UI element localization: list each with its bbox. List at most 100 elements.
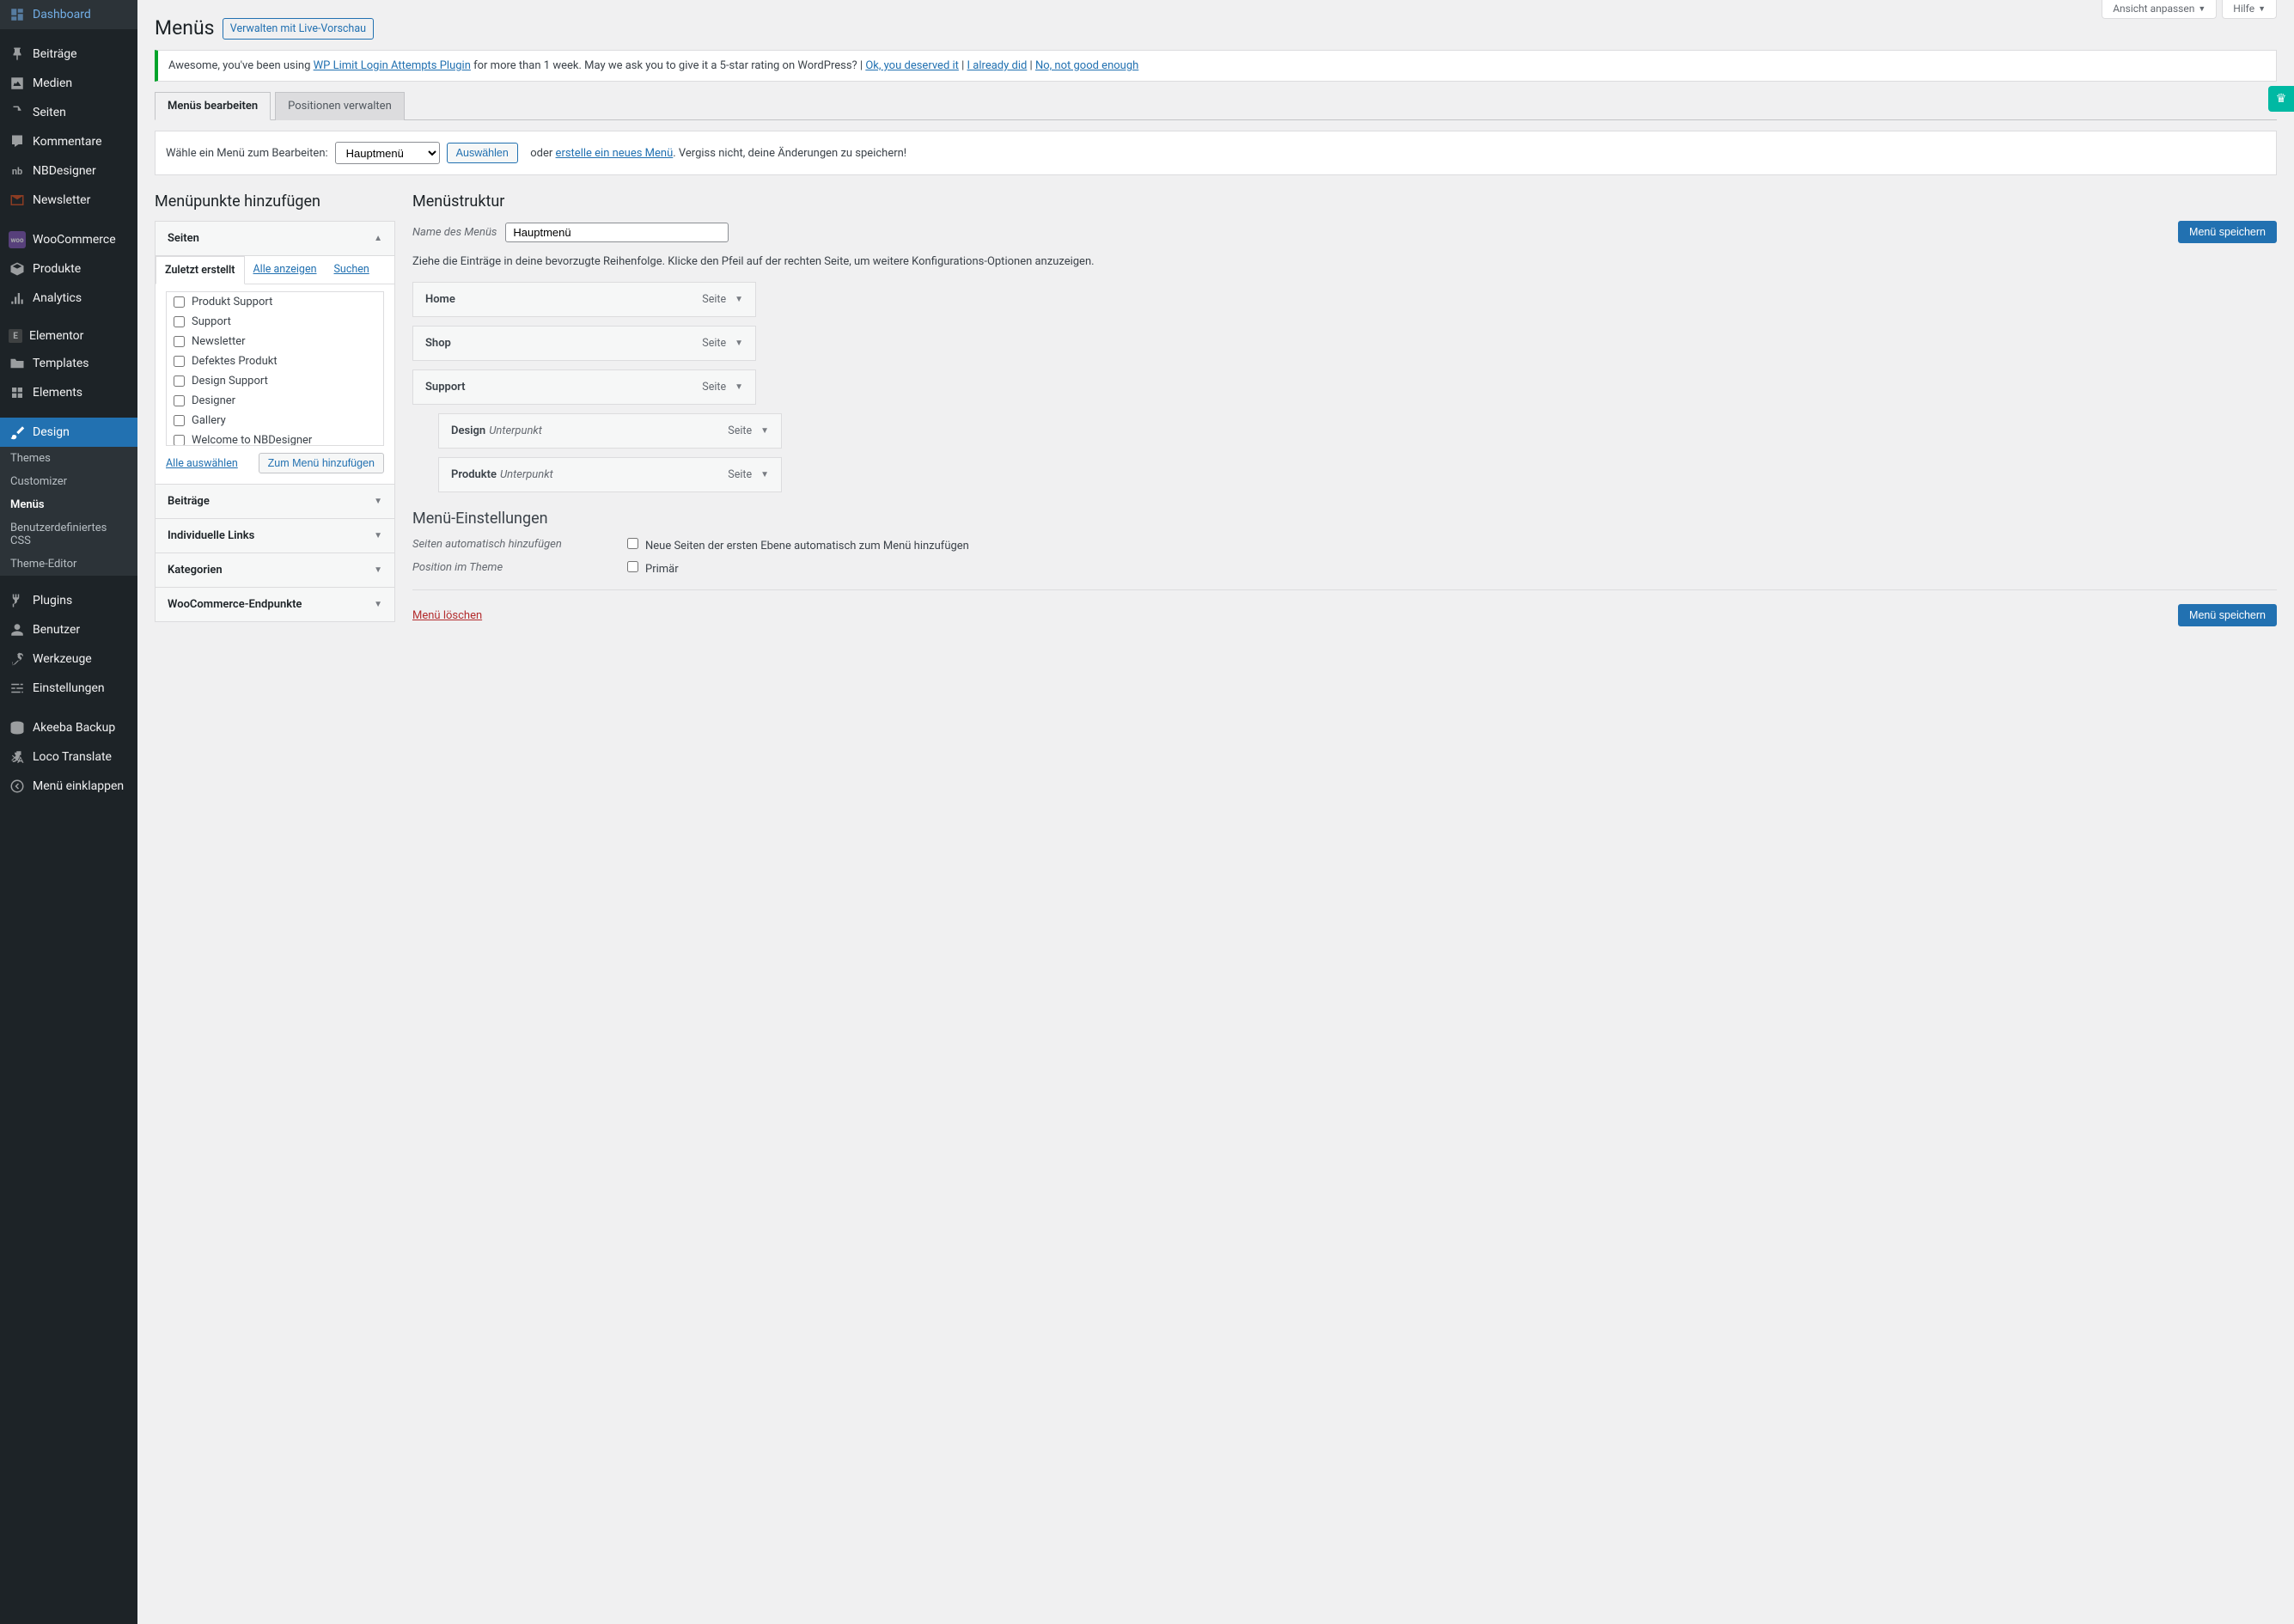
acc-title: Seiten <box>168 232 199 245</box>
auto-add-checkbox[interactable] <box>627 538 638 549</box>
tab-manage-locations[interactable]: Positionen verwalten <box>275 92 405 120</box>
screen-options-button[interactable]: Ansicht anpassen▼ <box>2102 0 2217 19</box>
sidebar-item-analytics[interactable]: Analytics <box>0 284 137 313</box>
page-label: Newsletter <box>192 335 246 348</box>
sidebar-item-comments[interactable]: Kommentare <box>0 127 137 156</box>
page-checkbox[interactable] <box>174 336 185 347</box>
not-good-link[interactable]: No, not good enough <box>1035 59 1138 72</box>
rate-yes-link[interactable]: Ok, you deserved it <box>865 59 959 72</box>
menu-item-design[interactable]: DesignUnterpunktSeite▼ <box>438 413 782 449</box>
wrench-icon <box>9 650 26 668</box>
pages-tab-search[interactable]: Suchen <box>326 256 378 284</box>
crown-badge[interactable]: ♛ <box>2268 86 2294 112</box>
sidebar-item-media[interactable]: Medien <box>0 69 137 98</box>
delete-menu-link[interactable]: Menü löschen <box>412 609 482 622</box>
chevron-down-icon: ▼ <box>374 531 382 540</box>
plugin-link[interactable]: WP Limit Login Attempts Plugin <box>314 59 471 72</box>
accordion-links-toggle[interactable]: Individuelle Links ▼ <box>156 519 394 553</box>
list-item: Produkt Support <box>167 292 383 312</box>
notice-text: Awesome, you've been using <box>168 59 314 72</box>
folder-icon <box>9 355 26 372</box>
sidebar-item-akeeba[interactable]: Akeeba Backup <box>0 713 137 742</box>
sidebar-label: Templates <box>33 357 89 370</box>
sidebar-label: Akeeba Backup <box>33 721 115 735</box>
sidebar-item-newsletter[interactable]: Newsletter <box>0 186 137 215</box>
page-checkbox[interactable] <box>174 296 185 308</box>
menu-item-shop[interactable]: ShopSeite▼ <box>412 326 756 361</box>
sidebar-item-elements[interactable]: Elements <box>0 378 137 407</box>
sidebar-label: Benutzer <box>33 623 80 637</box>
sidebar-item-plugins[interactable]: Plugins <box>0 586 137 615</box>
submenu-themes[interactable]: Themes <box>0 447 137 470</box>
menu-item-produkte[interactable]: ProdukteUnterpunktSeite▼ <box>438 457 782 492</box>
sidebar-item-posts[interactable]: Beiträge <box>0 40 137 69</box>
tab-edit-menus[interactable]: Menüs bearbeiten <box>155 92 271 120</box>
chevron-down-icon: ▼ <box>2258 4 2266 14</box>
acc-title: Kategorien <box>168 564 223 577</box>
chevron-down-icon[interactable]: ▼ <box>735 295 743 304</box>
page-checkbox[interactable] <box>174 435 185 446</box>
pages-tab-all[interactable]: Alle anzeigen <box>245 256 326 284</box>
menu-name-input[interactable] <box>505 223 729 242</box>
accordion-woo-toggle[interactable]: WooCommerce-Endpunkte▼ <box>156 588 394 621</box>
select-all-link[interactable]: Alle auswählen <box>166 457 238 470</box>
sidebar-item-pages[interactable]: Seiten <box>0 98 137 127</box>
page-checkbox[interactable] <box>174 415 185 426</box>
accordion-posts-toggle[interactable]: Beiträge▼ <box>156 485 394 518</box>
nb-icon: nb <box>9 162 26 180</box>
sidebar-item-design[interactable]: Design <box>0 418 137 447</box>
create-menu-link[interactable]: erstelle ein neues Menü <box>556 147 674 160</box>
page-checkbox[interactable] <box>174 395 185 406</box>
chevron-down-icon[interactable]: ▼ <box>735 382 743 392</box>
submenu-customizer[interactable]: Customizer <box>0 470 137 493</box>
sidebar-item-dashboard[interactable]: Dashboard <box>0 0 137 29</box>
chevron-down-icon[interactable]: ▼ <box>735 339 743 348</box>
submenu-theme-editor[interactable]: Theme-Editor <box>0 553 137 576</box>
sidebar-item-loco[interactable]: Loco Translate <box>0 742 137 772</box>
sidebar-item-elementor[interactable]: EElementor <box>0 323 137 349</box>
sidebar-item-woocommerce[interactable]: wooWooCommerce <box>0 225 137 254</box>
page-checkbox[interactable] <box>174 356 185 367</box>
sidebar-label: Design <box>33 425 70 439</box>
sidebar-item-settings[interactable]: Einstellungen <box>0 674 137 703</box>
sidebar-label: Loco Translate <box>33 750 112 764</box>
submenu-menus[interactable]: Menüs <box>0 493 137 516</box>
sidebar-item-users[interactable]: Benutzer <box>0 615 137 644</box>
list-item: Support <box>167 312 383 332</box>
admin-sidebar: Dashboard Beiträge Medien Seiten Komment… <box>0 0 137 1624</box>
chevron-down-icon[interactable]: ▼ <box>760 470 769 479</box>
sidebar-item-products[interactable]: Produkte <box>0 254 137 284</box>
accordion-pages: Seiten▲ Zuletzt erstellt Alle anzeigen S… <box>155 221 395 485</box>
help-button[interactable]: Hilfe▼ <box>2222 0 2277 19</box>
sidebar-item-templates[interactable]: Templates <box>0 349 137 378</box>
submenu-custom-css[interactable]: Benutzerdefiniertes CSS <box>0 516 137 553</box>
already-did-link[interactable]: I already did <box>967 59 1028 72</box>
page-checkbox-list[interactable]: Produkt Support Support Newsletter Defek… <box>166 291 384 446</box>
add-to-menu-button[interactable]: Zum Menü hinzufügen <box>259 453 384 473</box>
live-preview-link[interactable]: Verwalten mit Live-Vorschau <box>223 18 374 40</box>
page-checkbox[interactable] <box>174 316 185 327</box>
accordion-pages-toggle[interactable]: Seiten▲ <box>156 222 394 255</box>
menu-select[interactable]: Hauptmenü <box>335 142 440 164</box>
sidebar-item-tools[interactable]: Werkzeuge <box>0 644 137 674</box>
sidebar-item-nbdesigner[interactable]: nbNBDesigner <box>0 156 137 186</box>
reminder-text: . Vergiss nicht, deine Änderungen zu spe… <box>673 147 906 160</box>
chevron-down-icon[interactable]: ▼ <box>760 426 769 436</box>
location-primary-checkbox[interactable] <box>627 561 638 572</box>
sidebar-item-collapse[interactable]: Menü einklappen <box>0 772 137 801</box>
sidebar-label: Kommentare <box>33 135 102 149</box>
menu-item-support[interactable]: SupportSeite▼ <box>412 369 756 405</box>
collapse-icon <box>9 778 26 795</box>
menu-item-home[interactable]: HomeSeite▼ <box>412 282 756 317</box>
page-checkbox[interactable] <box>174 375 185 387</box>
sidebar-label: Einstellungen <box>33 681 105 695</box>
acc-title: Individuelle Links <box>168 529 254 542</box>
save-menu-button-bottom[interactable]: Menü speichern <box>2178 604 2277 626</box>
select-label: Wähle ein Menü zum Bearbeiten: <box>166 147 328 160</box>
choose-button[interactable]: Auswählen <box>447 143 518 163</box>
pages-tab-recent[interactable]: Zuletzt erstellt <box>156 256 245 284</box>
menu-name-label: Name des Menüs <box>412 226 497 239</box>
auto-add-label: Seiten automatisch hinzufügen <box>412 538 627 553</box>
accordion-categories-toggle[interactable]: Kategorien▼ <box>156 553 394 587</box>
save-menu-button-top[interactable]: Menü speichern <box>2178 221 2277 243</box>
